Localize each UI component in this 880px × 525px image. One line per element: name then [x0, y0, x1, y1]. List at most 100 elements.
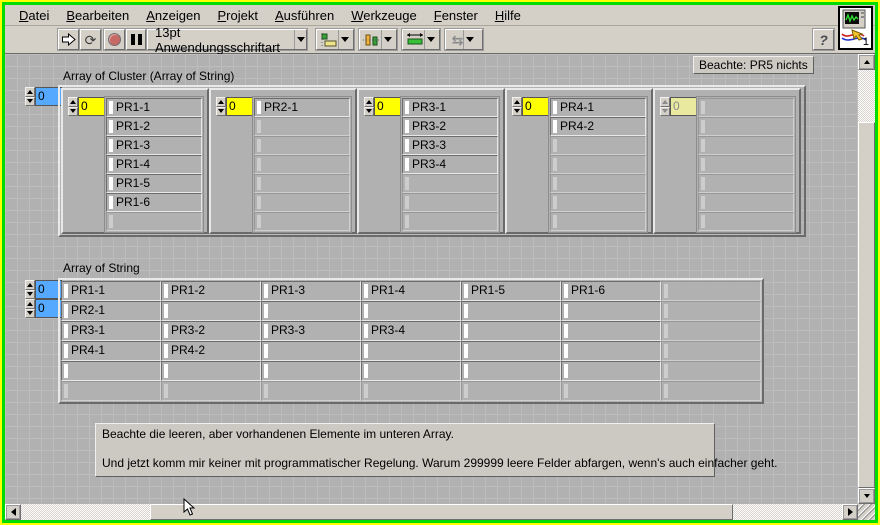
index-decrement-button[interactable]	[25, 289, 35, 299]
string-element[interactable]	[361, 341, 461, 361]
string-element[interactable]: PR2-1	[61, 301, 161, 321]
string-element[interactable]: PR1-3	[261, 281, 361, 301]
string-element[interactable]: PR3-3	[261, 321, 361, 341]
string-element[interactable]	[261, 341, 361, 361]
menu-item-bearbeiten[interactable]: Bearbeiten	[58, 6, 138, 25]
align-objects-button[interactable]	[316, 29, 354, 50]
font-selector[interactable]: 13pt Anwendungsschriftart	[147, 25, 307, 55]
index-decrement-button[interactable]	[68, 106, 78, 116]
cluster-array-index[interactable]: 0	[25, 87, 62, 106]
string-element[interactable]: PR3-4	[361, 321, 461, 341]
index-value[interactable]: 0	[670, 97, 697, 116]
distribute-objects-button[interactable]	[359, 29, 397, 50]
string-element[interactable]	[461, 341, 561, 361]
string-element[interactable]: PR3-3	[402, 136, 498, 155]
resize-objects-dropdown[interactable]	[423, 30, 437, 49]
cluster-index[interactable]: 0	[216, 97, 253, 116]
cluster-index[interactable]: 0	[68, 97, 105, 116]
abort-button[interactable]	[104, 29, 125, 50]
string-element[interactable]	[561, 301, 661, 321]
string-element[interactable]	[161, 361, 261, 381]
menu-item-fenster[interactable]: Fenster	[426, 6, 487, 25]
index-increment-button[interactable]	[68, 97, 78, 107]
string-element[interactable]: PR3-4	[402, 155, 498, 174]
string-element[interactable]: PR1-4	[361, 281, 461, 301]
index-decrement-button[interactable]	[216, 106, 226, 116]
string-element[interactable]: PR4-2	[550, 117, 646, 136]
cluster-index[interactable]: 0	[512, 97, 549, 116]
string-element[interactable]: PR3-1	[402, 98, 498, 117]
scroll-right-button[interactable]	[842, 504, 858, 520]
index-decrement-button[interactable]	[25, 96, 35, 106]
index-decrement-button[interactable]	[364, 106, 374, 116]
string-element[interactable]: PR4-2	[161, 341, 261, 361]
index-value[interactable]: 0	[78, 97, 105, 116]
scroll-up-button[interactable]	[858, 54, 875, 70]
string-element[interactable]	[361, 361, 461, 381]
index-increment-button[interactable]	[25, 87, 35, 97]
help-button[interactable]: ?	[813, 29, 834, 50]
index-increment-button[interactable]	[660, 97, 670, 107]
string-element[interactable]	[461, 301, 561, 321]
run-button[interactable]	[58, 29, 79, 50]
string-element[interactable]: PR3-2	[161, 321, 261, 341]
distribute-objects-dropdown[interactable]	[380, 30, 394, 49]
string-array-col-index[interactable]: 0	[25, 299, 62, 318]
resize-grip[interactable]	[858, 504, 875, 520]
string-element[interactable]: PR4-1	[61, 341, 161, 361]
menu-item-hilfe[interactable]: Hilfe	[487, 6, 530, 25]
vertical-scrollbar[interactable]	[858, 54, 875, 504]
string-element[interactable]	[461, 361, 561, 381]
string-element[interactable]: PR4-1	[550, 98, 646, 117]
index-value[interactable]: 0	[522, 97, 549, 116]
string-element[interactable]: PR1-2	[161, 281, 261, 301]
index-value[interactable]: 0	[374, 97, 401, 116]
index-decrement-button[interactable]	[660, 106, 670, 116]
string-element[interactable]: PR1-4	[106, 155, 202, 174]
cluster-index[interactable]: 0	[660, 97, 697, 116]
vertical-scrollbar-thumb[interactable]	[858, 122, 875, 488]
string-element[interactable]: PR1-5	[461, 281, 561, 301]
index-increment-button[interactable]	[25, 280, 35, 290]
string-element[interactable]	[561, 321, 661, 341]
scroll-down-button[interactable]	[858, 488, 875, 504]
string-element[interactable]: PR3-1	[61, 321, 161, 341]
menu-item-datei[interactable]: Datei	[11, 6, 58, 25]
align-objects-dropdown[interactable]	[337, 30, 351, 49]
string-element[interactable]: PR1-6	[561, 281, 661, 301]
vertical-scrollbar-track[interactable]	[858, 70, 875, 488]
string-element[interactable]	[461, 321, 561, 341]
string-element[interactable]	[561, 361, 661, 381]
index-increment-button[interactable]	[25, 299, 35, 309]
index-value[interactable]: 0	[226, 97, 253, 116]
horizontal-scrollbar-track[interactable]	[21, 504, 842, 520]
string-element[interactable]: PR1-1	[106, 98, 202, 117]
string-element[interactable]: PR3-2	[402, 117, 498, 136]
index-increment-button[interactable]	[512, 97, 522, 107]
run-continuous-button[interactable]: ⟳	[80, 29, 101, 50]
menu-item-werkzeuge[interactable]: Werkzeuge	[343, 6, 426, 25]
string-element[interactable]: PR1-3	[106, 136, 202, 155]
font-selector-dropdown[interactable]	[294, 30, 306, 49]
reorder-button[interactable]: ⇆	[445, 29, 483, 50]
horizontal-scrollbar-thumb[interactable]	[150, 504, 733, 520]
index-increment-button[interactable]	[216, 97, 226, 107]
string-element[interactable]: PR1-6	[106, 193, 202, 212]
menu-item-ausfhren[interactable]: Ausführen	[267, 6, 343, 25]
index-decrement-button[interactable]	[512, 106, 522, 116]
string-element[interactable]	[61, 361, 161, 381]
cluster-index[interactable]: 0	[364, 97, 401, 116]
string-element[interactable]	[161, 301, 261, 321]
horizontal-scrollbar[interactable]	[5, 504, 858, 520]
scroll-left-button[interactable]	[5, 504, 21, 520]
index-decrement-button[interactable]	[25, 308, 35, 318]
menu-item-anzeigen[interactable]: Anzeigen	[138, 6, 209, 25]
string-array-row-index[interactable]: 0	[25, 280, 62, 299]
string-element[interactable]	[561, 341, 661, 361]
pause-button[interactable]	[126, 29, 146, 50]
resize-objects-button[interactable]	[402, 29, 440, 50]
menu-item-projekt[interactable]: Projekt	[209, 6, 266, 25]
reorder-dropdown[interactable]	[463, 30, 476, 49]
string-element[interactable]	[261, 361, 361, 381]
string-element[interactable]: PR1-1	[61, 281, 161, 301]
